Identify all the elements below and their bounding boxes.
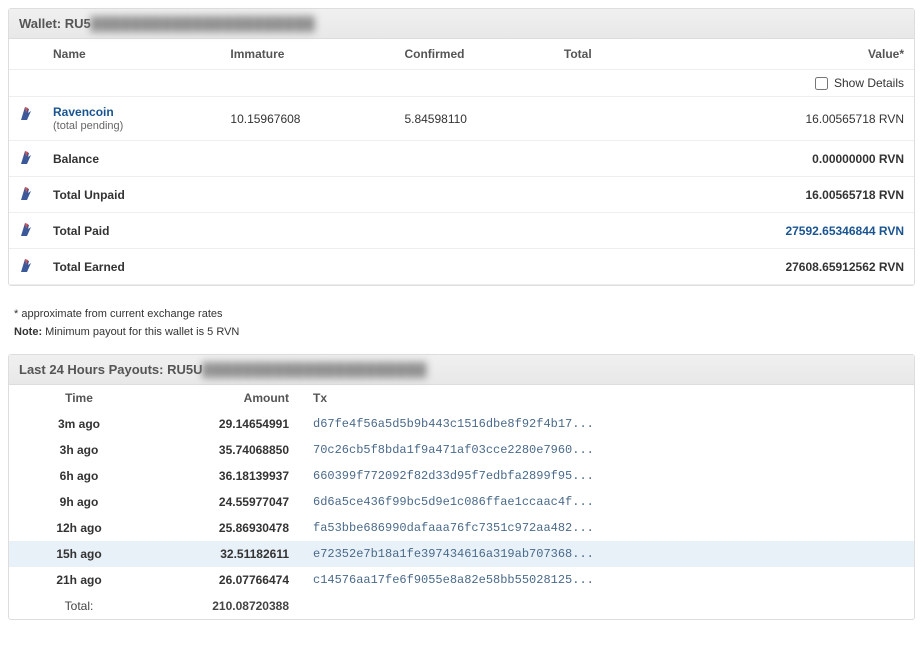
- wallet-address-blurred: ██████████████████████: [91, 16, 316, 31]
- payout-time: 12h ago: [9, 515, 149, 541]
- row-label: Total Paid: [43, 213, 220, 249]
- footnote-min-payout: Note: Minimum payout for this wallet is …: [8, 322, 915, 340]
- wallet-row: Ravencoin (total pending) 10.15967608 5.…: [9, 97, 914, 141]
- payout-amount: 25.86930478: [149, 515, 299, 541]
- wallet-row: Total Paid 27592.65346844 RVN: [9, 213, 914, 249]
- wallet-row: Total Unpaid 16.00565718 RVN: [9, 177, 914, 213]
- row-label: Total Unpaid: [43, 177, 220, 213]
- payouts-panel: Last 24 Hours Payouts: RU5U█████████████…: [8, 354, 915, 620]
- payout-row: 3h ago35.7406885070c26cb5f8bda1f9a471af0…: [9, 437, 914, 463]
- cell-value: 16.00565718 RVN: [646, 177, 914, 213]
- wallet-panel: Wallet: RU5██████████████████████ Name I…: [8, 8, 915, 286]
- payout-time: 9h ago: [9, 489, 149, 515]
- show-details-row: Show Details: [9, 70, 914, 97]
- payout-time: 15h ago: [9, 541, 149, 567]
- show-details-checkbox[interactable]: [815, 77, 828, 90]
- wallet-panel-header: Wallet: RU5██████████████████████: [9, 9, 914, 39]
- payout-time: 3m ago: [9, 411, 149, 437]
- payout-row: 3m ago29.14654991d67fe4f56a5d5b9b443c151…: [9, 411, 914, 437]
- coin-sub: (total pending): [53, 120, 210, 132]
- payout-time: 21h ago: [9, 567, 149, 593]
- payout-amount: 35.74068850: [149, 437, 299, 463]
- payout-tx[interactable]: fa53bbe686990dafaaa76fc7351c972aa482...: [299, 515, 914, 541]
- wallet-header-prefix: Wallet:: [19, 16, 65, 31]
- total-label: Total:: [9, 593, 149, 619]
- ravencoin-icon: [19, 221, 33, 237]
- col-value: Value*: [646, 39, 914, 70]
- total-amount: 210.08720388: [149, 593, 299, 619]
- col-total: Total: [554, 39, 646, 70]
- cell-value: 0.00000000 RVN: [646, 141, 914, 177]
- payout-time: 6h ago: [9, 463, 149, 489]
- payout-total-row: Total:210.08720388: [9, 593, 914, 619]
- payout-tx[interactable]: 6d6a5ce436f99bc5d9e1c086ffae1ccaac4f...: [299, 489, 914, 515]
- col-time: Time: [9, 385, 149, 411]
- row-label: Balance: [43, 141, 220, 177]
- show-details-control[interactable]: Show Details: [815, 76, 904, 90]
- payouts-address-visible: RU5U: [167, 362, 202, 377]
- coin-link[interactable]: Ravencoin: [53, 105, 114, 119]
- payout-row: 15h ago32.51182611e72352e7b18a1fe3974346…: [9, 541, 914, 567]
- payouts-panel-header: Last 24 Hours Payouts: RU5U█████████████…: [9, 355, 914, 385]
- cell-value: 16.00565718 RVN: [646, 97, 914, 141]
- payout-amount: 24.55977047: [149, 489, 299, 515]
- payout-tx[interactable]: e72352e7b18a1fe397434616a319ab707368...: [299, 541, 914, 567]
- wallet-table: Name Immature Confirmed Total Value* Sho…: [9, 39, 914, 285]
- payout-amount: 32.51182611: [149, 541, 299, 567]
- payout-tx[interactable]: 70c26cb5f8bda1f9a471af03cce2280e7960...: [299, 437, 914, 463]
- cell-value: 27608.65912562 RVN: [646, 249, 914, 285]
- cell-confirmed: 5.84598110: [394, 97, 553, 141]
- col-name: Name: [43, 39, 220, 70]
- wallet-address-visible: RU5: [65, 16, 91, 31]
- payout-tx[interactable]: c14576aa17fe6f9055e8a82e58bb55028125...: [299, 567, 914, 593]
- ravencoin-icon: [19, 257, 33, 273]
- footnote-rates: * approximate from current exchange rate…: [8, 304, 915, 322]
- wallet-row: Total Earned 27608.65912562 RVN: [9, 249, 914, 285]
- payouts-table: Time Amount Tx 3m ago29.14654991d67fe4f5…: [9, 385, 914, 619]
- payout-row: 6h ago36.18139937660399f772092f82d33d95f…: [9, 463, 914, 489]
- row-label: Total Earned: [43, 249, 220, 285]
- payout-row: 12h ago25.86930478fa53bbe686990dafaaa76f…: [9, 515, 914, 541]
- col-immature: Immature: [220, 39, 394, 70]
- col-tx: Tx: [299, 385, 914, 411]
- payouts-address-blurred: ██████████████████████: [203, 362, 428, 377]
- payout-amount: 29.14654991: [149, 411, 299, 437]
- show-details-label: Show Details: [834, 76, 904, 90]
- payout-time: 3h ago: [9, 437, 149, 463]
- payout-amount: 26.07766474: [149, 567, 299, 593]
- col-confirmed: Confirmed: [394, 39, 553, 70]
- col-amount: Amount: [149, 385, 299, 411]
- ravencoin-icon: [19, 105, 33, 121]
- cell-immature: 10.15967608: [220, 97, 394, 141]
- payout-tx[interactable]: 660399f772092f82d33d95f7edbfa2899f95...: [299, 463, 914, 489]
- total-paid-link[interactable]: 27592.65346844 RVN: [785, 224, 904, 238]
- payout-row: 9h ago24.559770476d6a5ce436f99bc5d9e1c08…: [9, 489, 914, 515]
- payout-tx[interactable]: d67fe4f56a5d5b9b443c1516dbe8f92f4b17...: [299, 411, 914, 437]
- wallet-row: Balance 0.00000000 RVN: [9, 141, 914, 177]
- payouts-header-prefix: Last 24 Hours Payouts:: [19, 362, 167, 377]
- ravencoin-icon: [19, 185, 33, 201]
- payout-row: 21h ago26.07766474c14576aa17fe6f9055e8a8…: [9, 567, 914, 593]
- cell-total: [554, 97, 646, 141]
- ravencoin-icon: [19, 149, 33, 165]
- payout-amount: 36.18139937: [149, 463, 299, 489]
